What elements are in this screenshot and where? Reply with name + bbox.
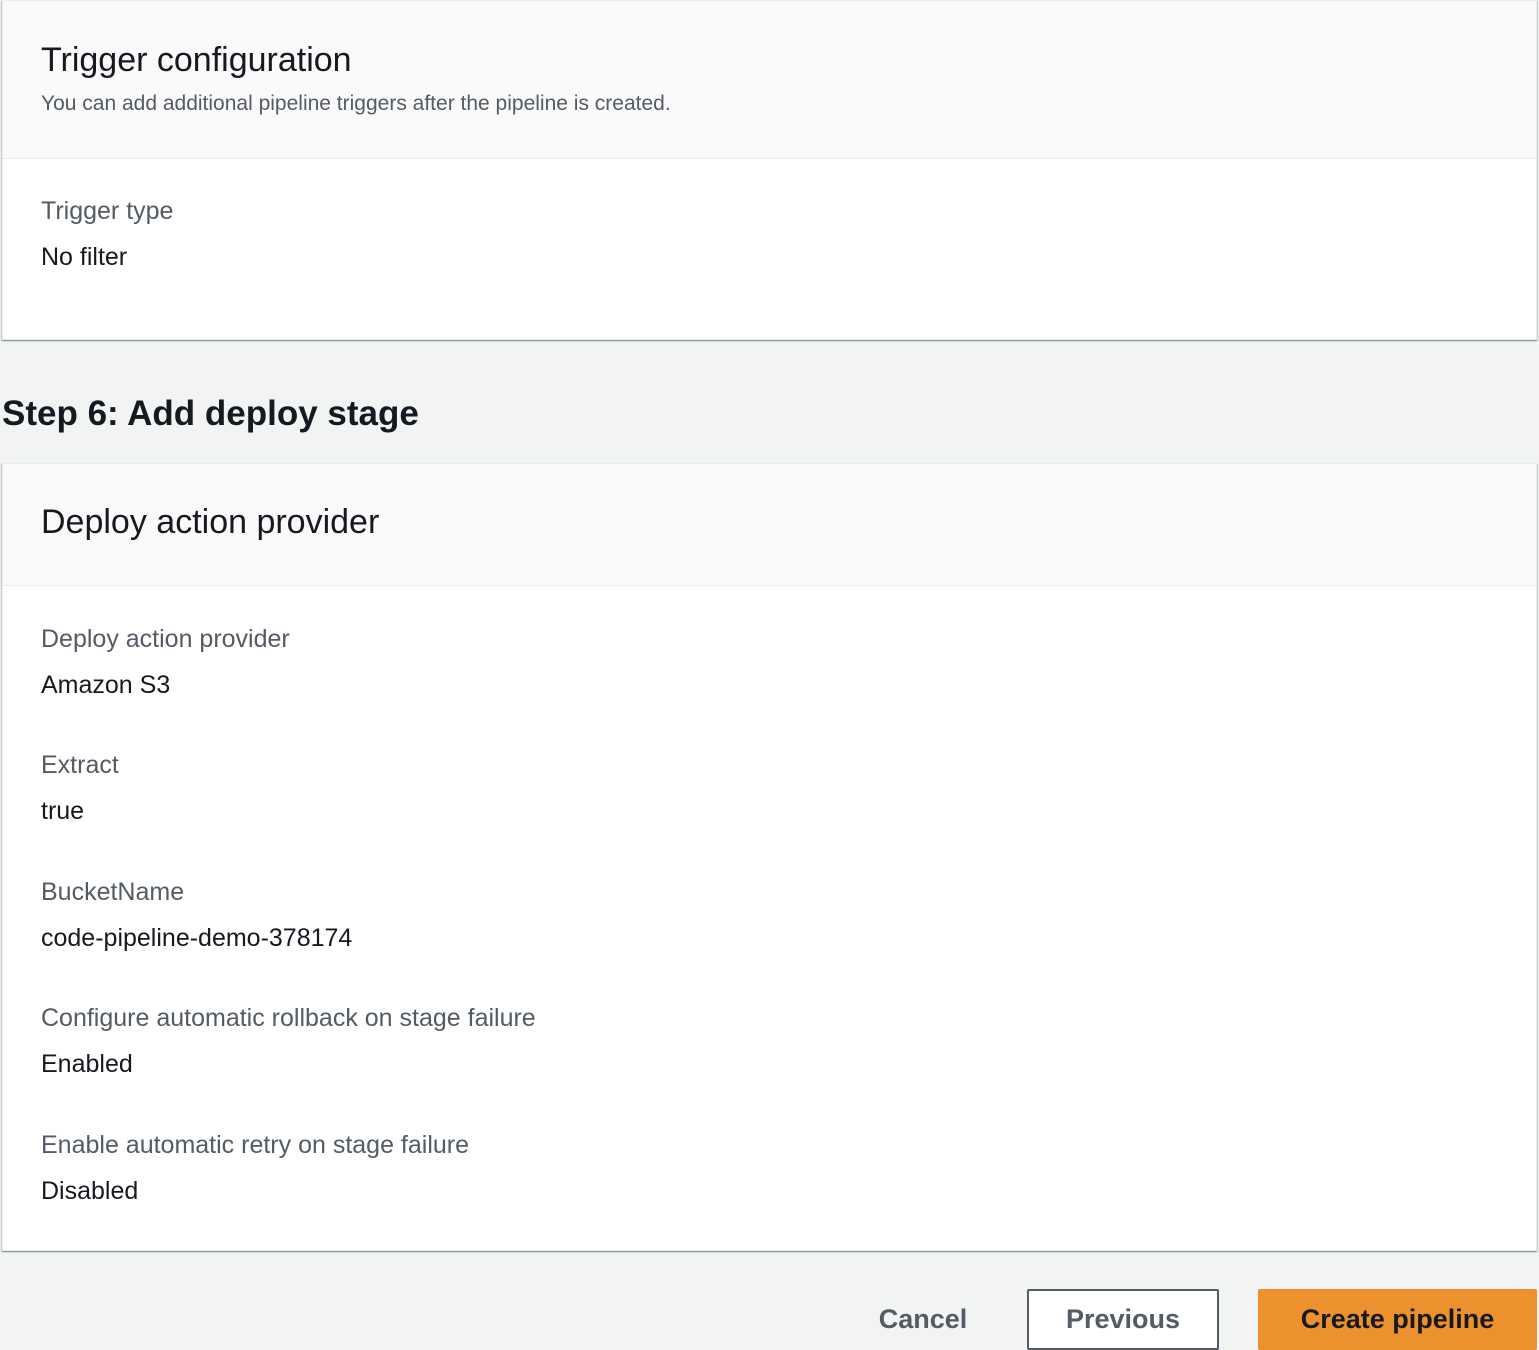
- automatic-retry-field: Enable automatic retry on stage failure …: [41, 1130, 469, 1206]
- field-value: true: [41, 797, 85, 825]
- field-label: Configure automatic rollback on stage fa…: [41, 1004, 536, 1032]
- field-value: code-pipeline-demo-378174: [41, 924, 353, 952]
- previous-button[interactable]: Previous: [1027, 1289, 1219, 1350]
- deploy-action-provider-header: Deploy action provider: [3, 464, 1536, 586]
- field-value: No filter: [41, 243, 128, 271]
- deploy-action-provider-title: Deploy action provider: [41, 503, 380, 541]
- field-value: Amazon S3: [41, 671, 171, 699]
- trigger-configuration-title: Trigger configuration: [41, 41, 352, 79]
- trigger-configuration-header: Trigger configuration You can add additi…: [3, 1, 1536, 159]
- step-heading: Step 6: Add deploy stage: [2, 394, 419, 433]
- field-label: Extract: [41, 751, 119, 779]
- field-label: Deploy action provider: [41, 625, 290, 653]
- field-label: BucketName: [41, 878, 185, 906]
- field-label: Trigger type: [41, 197, 174, 225]
- cancel-button[interactable]: Cancel: [860, 1289, 986, 1350]
- trigger-configuration-description: You can add additional pipeline triggers…: [41, 92, 671, 115]
- extract-field: Extract true: [41, 750, 119, 826]
- automatic-rollback-field: Configure automatic rollback on stage fa…: [41, 1003, 536, 1079]
- create-pipeline-button[interactable]: Create pipeline: [1258, 1289, 1537, 1350]
- deploy-action-provider-field: Deploy action provider Amazon S3: [41, 624, 290, 700]
- bucket-name-field: BucketName code-pipeline-demo-378174: [41, 877, 352, 953]
- deploy-action-provider-panel: Deploy action provider Deploy action pro…: [2, 463, 1537, 1251]
- trigger-type-field: Trigger type No filter: [41, 196, 173, 272]
- trigger-configuration-panel: Trigger configuration You can add additi…: [2, 0, 1537, 340]
- field-value: Disabled: [41, 1177, 139, 1205]
- field-value: Enabled: [41, 1050, 133, 1078]
- field-label: Enable automatic retry on stage failure: [41, 1131, 470, 1159]
